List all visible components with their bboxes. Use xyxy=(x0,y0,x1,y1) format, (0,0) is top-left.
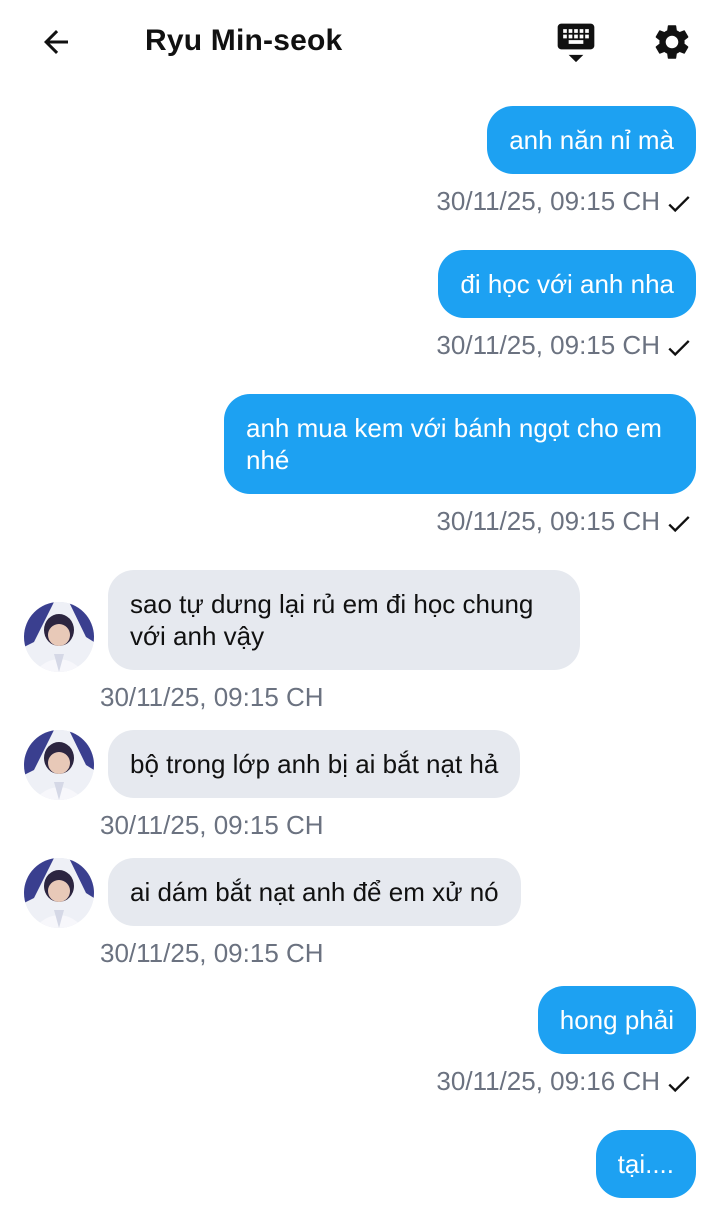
message-list[interactable]: anh năn nỉ mà 30/11/25, 09:15 CH đi học … xyxy=(0,84,720,1216)
avatar[interactable] xyxy=(24,858,94,928)
avatar-image xyxy=(24,730,94,800)
checkmark-icon xyxy=(668,516,690,533)
message-bubble[interactable]: tại.... xyxy=(595,1130,696,1198)
keyboard-button[interactable] xyxy=(552,18,600,66)
settings-button[interactable] xyxy=(648,18,696,66)
message-bubble[interactable]: hong phải xyxy=(537,986,696,1054)
checkmark-icon xyxy=(668,196,690,213)
message-timestamp: 30/11/25, 09:15 CH xyxy=(436,506,660,536)
message-timestamp: 30/11/25, 09:15 CH xyxy=(100,810,324,840)
avatar-image xyxy=(24,602,94,672)
message-bubble[interactable]: sao tự dưng lại rủ em đi học chung với a… xyxy=(108,570,580,670)
contact-name: Ryu Min-seok xyxy=(145,24,343,57)
message-timestamp: 30/11/25, 09:15 CH xyxy=(100,682,324,712)
message-timestamp: 30/11/25, 09:15 CH xyxy=(436,186,660,216)
message-timestamp: 30/11/25, 09:15 CH xyxy=(436,330,660,360)
checkmark-icon xyxy=(668,1076,690,1093)
checkmark-icon xyxy=(668,340,690,357)
gear-icon xyxy=(655,25,689,59)
message-bubble[interactable]: anh năn nỉ mà xyxy=(487,106,696,174)
message-bubble[interactable]: bộ trong lớp anh bị ai bắt nạt hả xyxy=(108,730,521,798)
message-timestamp: 30/11/25, 09:16 CH xyxy=(436,1066,660,1096)
chat-header: Ryu Min-seok xyxy=(0,0,720,84)
keyboard-icon xyxy=(557,23,595,63)
message-bubble[interactable]: đi học với anh nha xyxy=(438,250,696,318)
message-bubble[interactable]: ai dám bắt nạt anh để em xử nó xyxy=(108,858,521,926)
avatar-image xyxy=(24,858,94,928)
back-button[interactable] xyxy=(34,20,78,64)
message-bubble[interactable]: anh mua kem với bánh ngọt cho em nhé xyxy=(224,394,696,494)
avatar[interactable] xyxy=(24,602,94,672)
message-timestamp: 30/11/25, 09:15 CH xyxy=(100,938,324,968)
arrow-left-icon xyxy=(44,30,68,54)
avatar[interactable] xyxy=(24,730,94,800)
